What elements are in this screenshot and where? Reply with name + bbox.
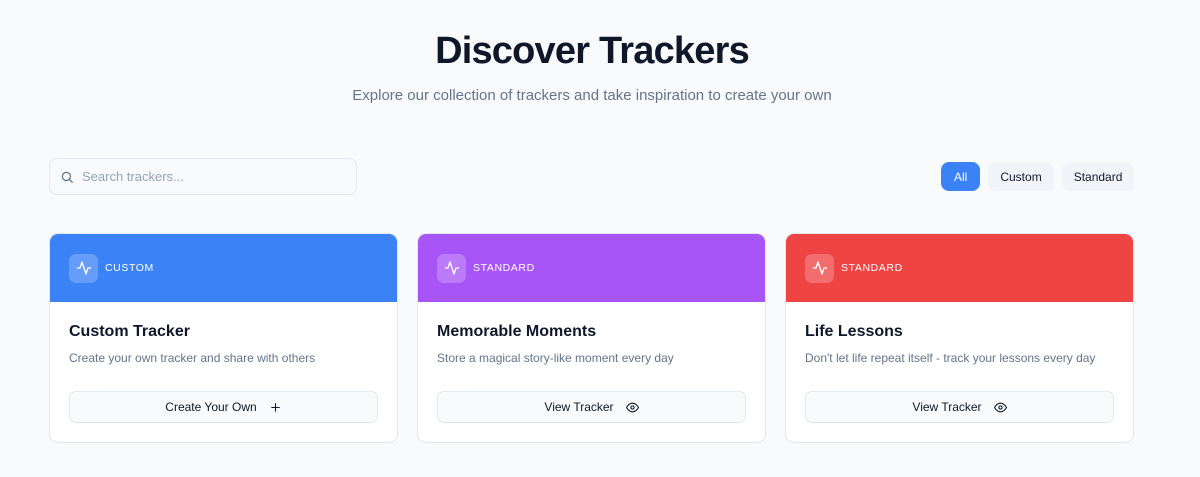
tracker-card-memorable-moments: STANDARD Memorable Moments Store a magic…	[417, 233, 766, 443]
search-box[interactable]	[49, 158, 357, 195]
eye-icon	[614, 401, 639, 414]
search-input[interactable]	[82, 161, 342, 192]
tracker-card-custom: CUSTOM Custom Tracker Create your own tr…	[49, 233, 398, 443]
card-description: Don't let life repeat itself - track you…	[805, 351, 1096, 365]
card-action-label: View Tracker	[912, 400, 982, 414]
view-tracker-button[interactable]: View Tracker	[437, 391, 746, 423]
card-header: STANDARD	[418, 234, 765, 302]
tracker-card-life-lessons: STANDARD Life Lessons Don't let life rep…	[785, 233, 1134, 443]
card-badge: STANDARD	[473, 262, 535, 274]
card-action-label: View Tracker	[544, 400, 614, 414]
card-badge: CUSTOM	[105, 262, 154, 274]
filter-custom-button[interactable]: Custom	[988, 162, 1054, 191]
view-tracker-button[interactable]: View Tracker	[805, 391, 1114, 423]
activity-icon	[437, 253, 466, 283]
card-description: Store a magical story-like moment every …	[437, 351, 674, 365]
card-badge: STANDARD	[841, 262, 903, 274]
activity-icon	[805, 253, 834, 283]
card-title: Memorable Moments	[437, 323, 597, 340]
filter-standard-button[interactable]: Standard	[1061, 162, 1135, 191]
activity-icon	[69, 253, 98, 283]
page-title: Discover Trackers	[435, 30, 750, 72]
eye-icon	[982, 401, 1007, 414]
card-description: Create your own tracker and share with o…	[69, 351, 316, 365]
plus-icon	[257, 401, 282, 414]
card-title: Custom Tracker	[69, 323, 190, 340]
filter-group: All Custom Standard	[941, 162, 1135, 191]
page-subtitle: Explore our collection of trackers and t…	[352, 87, 832, 104]
card-header: CUSTOM	[50, 234, 397, 302]
search-icon	[60, 170, 74, 184]
filter-all-button[interactable]: All	[941, 162, 981, 191]
create-your-own-button[interactable]: Create Your Own	[69, 391, 378, 423]
card-title: Life Lessons	[805, 323, 903, 340]
card-header: STANDARD	[786, 234, 1133, 302]
card-action-label: Create Your Own	[165, 400, 257, 414]
